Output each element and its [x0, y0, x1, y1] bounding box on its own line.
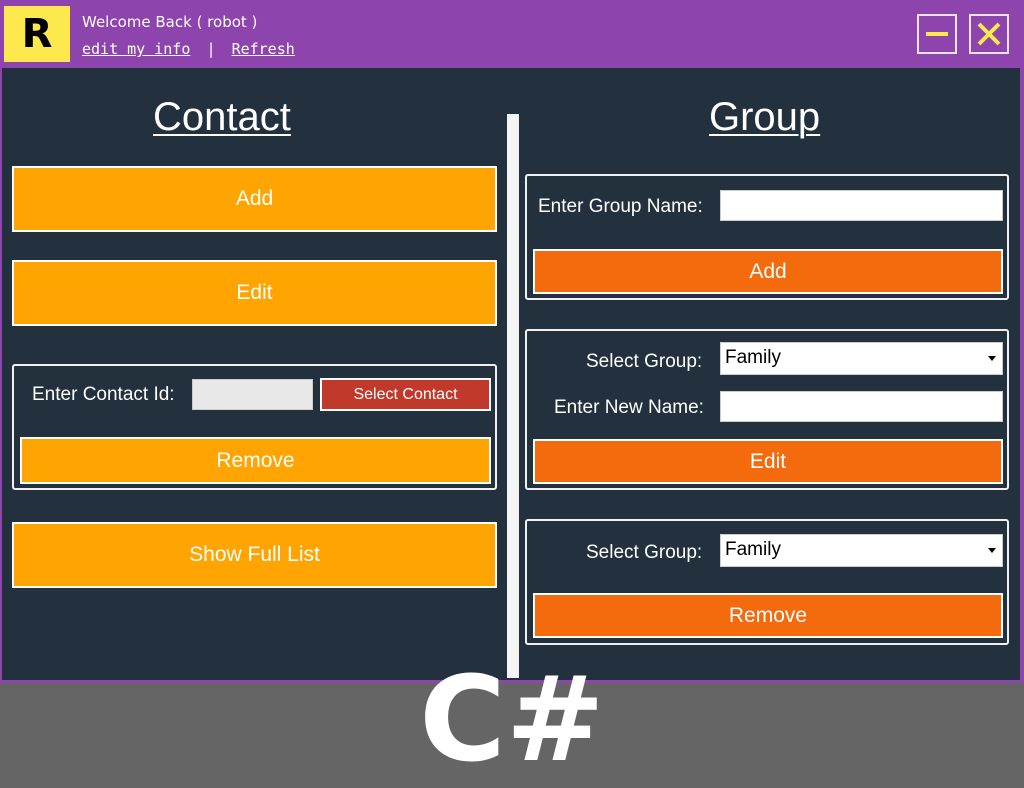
remove-group-selected-value: Family	[725, 539, 781, 560]
select-contact-button[interactable]: Select Contact	[320, 378, 491, 411]
edit-group-select[interactable]: Family	[720, 342, 1003, 375]
title-bar: R Welcome Back ( robot ) edit my info | …	[0, 0, 1024, 68]
contact-id-label: Enter Contact Id:	[32, 384, 175, 405]
section-divider	[507, 114, 519, 678]
link-separator: |	[208, 40, 214, 58]
edit-contact-button[interactable]: Edit	[12, 260, 497, 326]
app-window: R Welcome Back ( robot ) edit my info | …	[0, 0, 1024, 683]
app-logo: R	[4, 6, 70, 62]
group-name-label: Enter Group Name:	[538, 196, 703, 217]
main-content: Contact Add Edit Enter Contact Id: Selec…	[2, 68, 1020, 680]
minimize-icon	[926, 32, 948, 36]
edit-group-panel: Select Group: Family Enter New Name: Edi…	[525, 329, 1009, 490]
close-icon	[977, 22, 1001, 46]
welcome-text: Welcome Back ( robot )	[82, 13, 258, 31]
add-contact-button[interactable]: Add	[12, 166, 497, 232]
chevron-down-icon	[988, 356, 996, 361]
remove-select-group-label: Select Group:	[586, 542, 703, 563]
add-group-panel: Enter Group Name: Add	[525, 174, 1009, 300]
contact-title: Contact	[153, 95, 291, 139]
add-group-button[interactable]: Add	[533, 249, 1003, 294]
remove-group-select[interactable]: Family	[720, 534, 1003, 567]
chevron-down-icon	[988, 548, 996, 553]
close-button[interactable]	[969, 14, 1009, 54]
remove-group-panel: Select Group: Family Remove	[525, 519, 1009, 645]
refresh-link[interactable]: Refresh	[232, 40, 295, 58]
edit-select-group-label: Select Group:	[586, 351, 703, 372]
edit-my-info-link[interactable]: edit my info	[82, 40, 190, 58]
edit-group-selected-value: Family	[725, 347, 781, 368]
contact-id-input[interactable]	[192, 379, 313, 410]
user-links: edit my info | Refresh	[82, 40, 295, 58]
new-name-input[interactable]	[720, 391, 1003, 422]
edit-group-button[interactable]: Edit	[533, 439, 1003, 484]
show-full-list-button[interactable]: Show Full List	[12, 522, 497, 588]
csharp-watermark: C#	[419, 650, 605, 788]
remove-contact-button[interactable]: Remove	[20, 437, 491, 484]
remove-group-button[interactable]: Remove	[533, 593, 1003, 638]
remove-contact-panel: Enter Contact Id: Select Contact Remove	[12, 364, 497, 490]
new-name-label: Enter New Name:	[554, 397, 704, 418]
group-name-input[interactable]	[720, 190, 1003, 221]
group-title: Group	[709, 95, 821, 139]
minimize-button[interactable]	[917, 14, 957, 54]
